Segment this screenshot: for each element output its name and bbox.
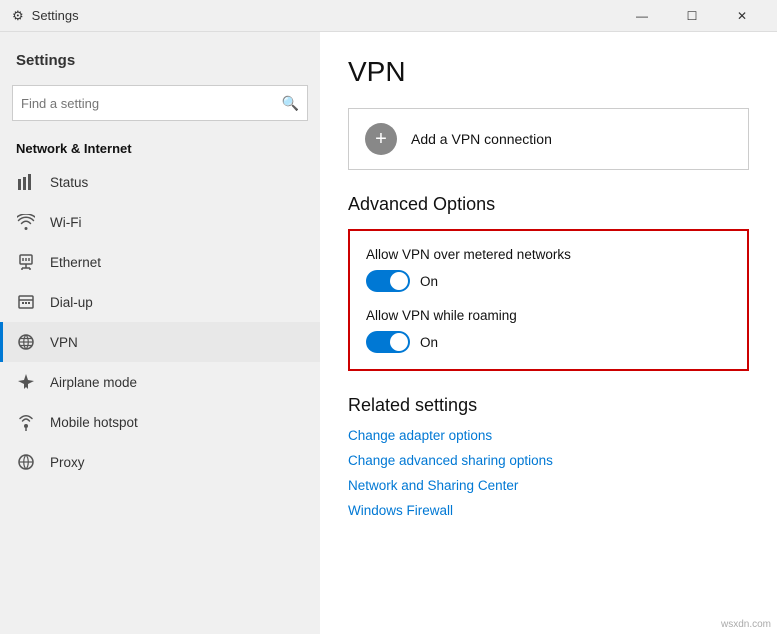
toggle-metered-control: On bbox=[366, 270, 731, 292]
sidebar-item-hotspot-label: Mobile hotspot bbox=[50, 415, 138, 430]
sidebar-header: Settings bbox=[0, 32, 320, 77]
search-icon[interactable]: 🔍 bbox=[282, 95, 299, 112]
toggle-roaming-switch[interactable] bbox=[366, 331, 410, 353]
toggle-metered-label: Allow VPN over metered networks bbox=[366, 247, 731, 262]
related-link-1[interactable]: Change advanced sharing options bbox=[348, 453, 749, 468]
sidebar-item-ethernet-label: Ethernet bbox=[50, 255, 101, 270]
sidebar-item-status-label: Status bbox=[50, 175, 88, 190]
page-title: VPN bbox=[348, 56, 749, 88]
toggle-metered-switch[interactable] bbox=[366, 270, 410, 292]
sidebar-item-proxy[interactable]: Proxy bbox=[0, 442, 320, 482]
settings-gear-icon: ⚙ bbox=[12, 8, 24, 24]
titlebar: ⚙ Settings — ☐ ✕ bbox=[0, 0, 777, 32]
related-link-0[interactable]: Change adapter options bbox=[348, 428, 749, 443]
watermark: wsxdn.com bbox=[721, 619, 771, 630]
sidebar-item-wifi[interactable]: Wi-Fi bbox=[0, 202, 320, 242]
plus-icon: + bbox=[365, 123, 397, 155]
airplane-icon bbox=[16, 372, 36, 392]
titlebar-controls: — ☐ ✕ bbox=[619, 0, 765, 32]
related-heading: Related settings bbox=[348, 395, 749, 416]
minimize-button[interactable]: — bbox=[619, 0, 665, 32]
related-link-2[interactable]: Network and Sharing Center bbox=[348, 478, 749, 493]
toggle-roaming-control: On bbox=[366, 331, 731, 353]
sidebar: Settings 🔍 Network & Internet Status bbox=[0, 32, 320, 634]
content-area: VPN + Add a VPN connection Advanced Opti… bbox=[320, 32, 777, 634]
vpn-icon bbox=[16, 332, 36, 352]
maximize-button[interactable]: ☐ bbox=[669, 0, 715, 32]
sidebar-item-vpn-label: VPN bbox=[50, 335, 78, 350]
advanced-heading: Advanced Options bbox=[348, 194, 749, 215]
app-body: Settings 🔍 Network & Internet Status bbox=[0, 32, 777, 634]
search-box[interactable]: 🔍 bbox=[12, 85, 308, 121]
sidebar-item-airplane-label: Airplane mode bbox=[50, 375, 137, 390]
sidebar-item-airplane[interactable]: Airplane mode bbox=[0, 362, 320, 402]
ethernet-icon bbox=[16, 252, 36, 272]
titlebar-title-area: ⚙ Settings bbox=[12, 8, 79, 24]
sidebar-item-ethernet[interactable]: Ethernet bbox=[0, 242, 320, 282]
close-button[interactable]: ✕ bbox=[719, 0, 765, 32]
add-vpn-button[interactable]: + Add a VPN connection bbox=[348, 108, 749, 170]
sidebar-item-status[interactable]: Status bbox=[0, 162, 320, 202]
toggle-metered-row: Allow VPN over metered networks On bbox=[366, 247, 731, 292]
status-icon bbox=[16, 172, 36, 192]
section-label: Network & Internet bbox=[0, 133, 320, 162]
toggle-roaming-label: Allow VPN while roaming bbox=[366, 308, 731, 323]
sidebar-item-hotspot[interactable]: Mobile hotspot bbox=[0, 402, 320, 442]
hotspot-icon bbox=[16, 412, 36, 432]
sidebar-item-dialup-label: Dial-up bbox=[50, 295, 93, 310]
sidebar-item-proxy-label: Proxy bbox=[50, 455, 85, 470]
dialup-icon bbox=[16, 292, 36, 312]
toggle-roaming-state: On bbox=[420, 335, 438, 350]
titlebar-title: Settings bbox=[32, 8, 79, 23]
wifi-icon bbox=[16, 212, 36, 232]
toggle-roaming-row: Allow VPN while roaming On bbox=[366, 308, 731, 353]
proxy-icon bbox=[16, 452, 36, 472]
toggle-metered-state: On bbox=[420, 274, 438, 289]
sidebar-item-vpn[interactable]: VPN bbox=[0, 322, 320, 362]
related-link-3[interactable]: Windows Firewall bbox=[348, 503, 749, 518]
sidebar-item-wifi-label: Wi-Fi bbox=[50, 215, 81, 230]
add-vpn-label: Add a VPN connection bbox=[411, 131, 552, 147]
sidebar-item-dialup[interactable]: Dial-up bbox=[0, 282, 320, 322]
advanced-options-box: Allow VPN over metered networks On Allow… bbox=[348, 229, 749, 371]
search-input[interactable] bbox=[21, 96, 282, 111]
